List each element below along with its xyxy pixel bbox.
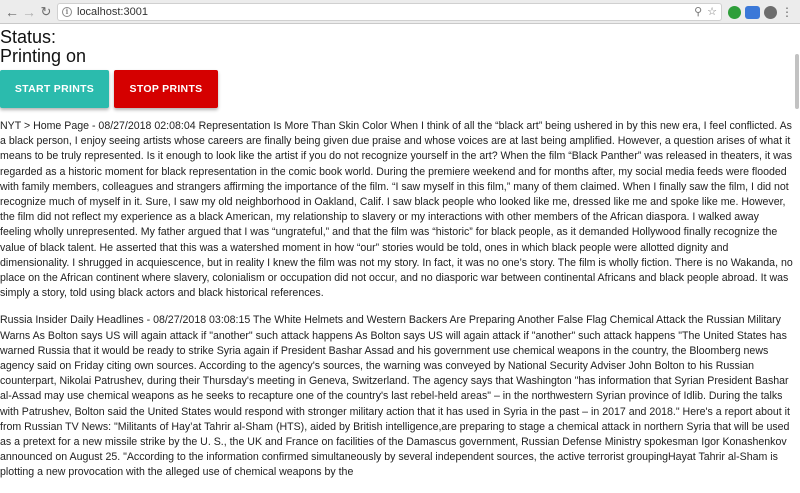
extension-grey-icon[interactable] — [764, 5, 777, 19]
extension-blue-icon[interactable] — [745, 5, 760, 19]
reload-icon[interactable]: ↻ — [38, 3, 54, 21]
url-text[interactable]: localhost:3001 — [77, 5, 148, 20]
info-icon[interactable]: i — [62, 7, 72, 17]
article-list: NYT > Home Page - 08/27/2018 02:08:04 Re… — [0, 119, 793, 493]
bookmark-star-icon[interactable]: ☆ — [707, 5, 717, 20]
zoom-icon[interactable]: ⚲ — [694, 5, 702, 20]
extension-green-icon[interactable] — [728, 5, 741, 19]
article-item: NYT > Home Page - 08/27/2018 02:08:04 Re… — [0, 120, 793, 300]
article-item: Russia Insider Daily Headlines - 08/27/2… — [0, 314, 790, 479]
browser-toolbar: ← → ↻ i localhost:3001 ⚲ ☆ ⋮ — [0, 0, 800, 24]
start-prints-button[interactable]: START PRINTS — [0, 70, 109, 108]
status-value: Printing on — [0, 46, 87, 66]
forward-arrow-icon[interactable]: → — [21, 3, 37, 21]
scrollbar-thumb[interactable] — [795, 54, 799, 109]
page-scrollbar[interactable] — [793, 24, 800, 442]
stop-prints-button[interactable]: STOP PRINTS — [114, 70, 218, 108]
back-arrow-icon[interactable]: ← — [4, 3, 20, 21]
address-bar[interactable]: i localhost:3001 ⚲ ☆ — [57, 3, 722, 21]
status-label: Status: — [0, 27, 57, 47]
browser-menu-icon[interactable]: ⋮ — [781, 5, 793, 19]
